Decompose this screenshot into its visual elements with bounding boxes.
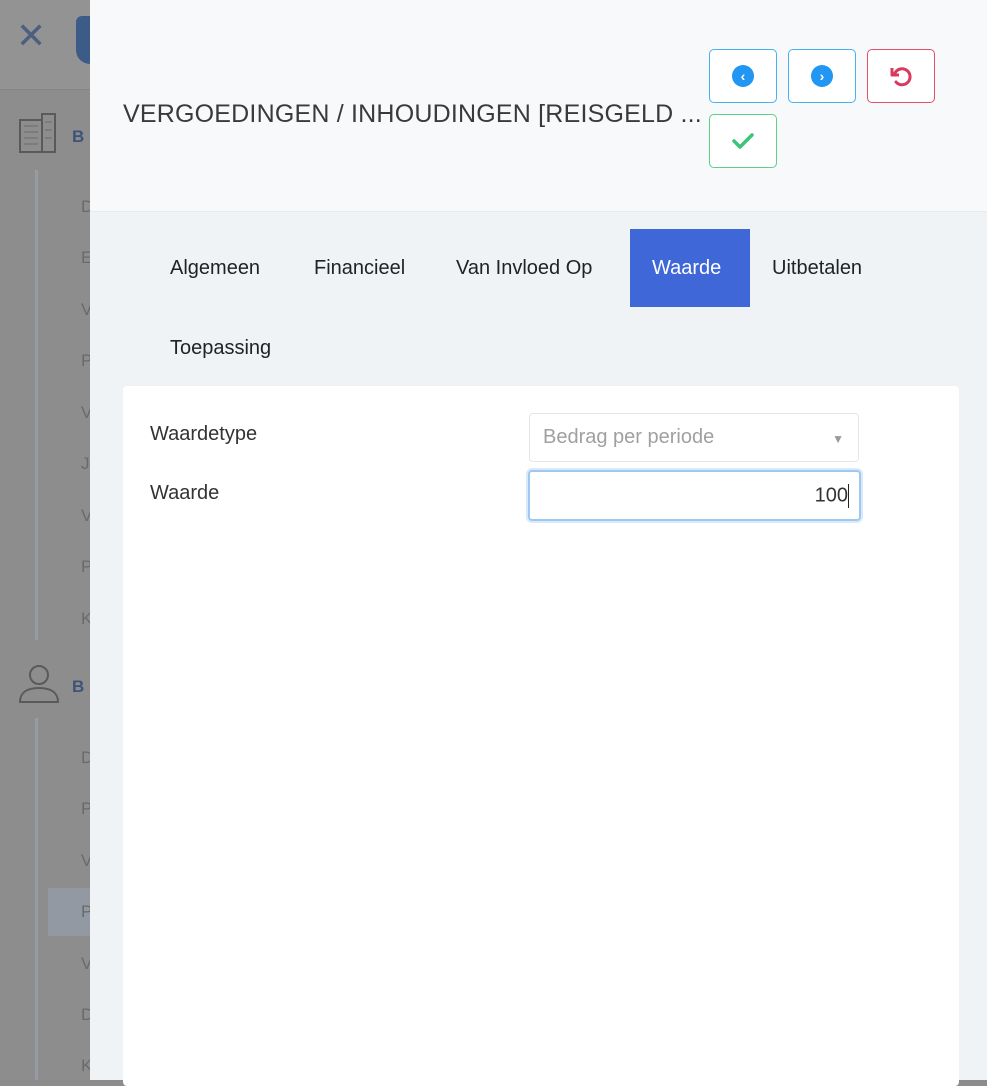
waarde-input[interactable]: 100	[528, 470, 861, 521]
waarde-value: 100	[814, 484, 848, 507]
tab-uitbetalen[interactable]: Uitbetalen	[750, 229, 884, 307]
previous-button[interactable]: ‹	[709, 49, 777, 103]
tab-waarde[interactable]: Waarde	[630, 229, 750, 307]
building-icon	[18, 112, 58, 163]
background-section-label: B	[72, 127, 85, 146]
waardetype-value: Bedrag per periode	[543, 426, 715, 448]
bg-item: J	[81, 454, 90, 473]
waarde-label: Waarde	[150, 482, 220, 504]
user-icon	[18, 662, 60, 713]
check-icon	[732, 133, 754, 149]
waardetype-select[interactable]: Bedrag per periode ▼	[529, 413, 859, 462]
background-section-label: B	[72, 677, 85, 696]
undo-icon	[890, 67, 912, 87]
undo-button[interactable]	[867, 49, 935, 103]
save-button[interactable]	[709, 114, 777, 168]
waardetype-label: Waardetype	[150, 423, 258, 445]
tab-van-invloed-op[interactable]: Van Invloed Op	[434, 229, 614, 307]
background-sidebar: ✕ B D E V P V J V P K B D P V P V D K	[0, 0, 96, 1080]
page-title: VERGOEDINGEN / INHOUDINGEN [REISGELD ...	[123, 100, 702, 128]
close-icon: ✕	[16, 15, 47, 56]
detail-panel: VERGOEDINGEN / INHOUDINGEN [REISGELD ...…	[90, 0, 987, 1086]
tab-algemeen[interactable]: Algemeen	[148, 229, 282, 307]
chevron-left-icon: ‹	[732, 65, 754, 87]
tab-financieel[interactable]: Financieel	[292, 229, 427, 307]
dropdown-arrow-icon: ▼	[832, 432, 844, 446]
tree-line	[35, 718, 38, 1080]
tree-line	[35, 170, 38, 640]
panel-header: VERGOEDINGEN / INHOUDINGEN [REISGELD ...…	[90, 0, 987, 212]
next-button[interactable]: ›	[788, 49, 856, 103]
text-caret	[848, 484, 849, 508]
chevron-right-icon: ›	[811, 65, 833, 87]
form-card: Waardetype Bedrag per periode ▼ Waarde 1…	[123, 386, 959, 1086]
tab-toepassing[interactable]: Toepassing	[148, 309, 293, 387]
